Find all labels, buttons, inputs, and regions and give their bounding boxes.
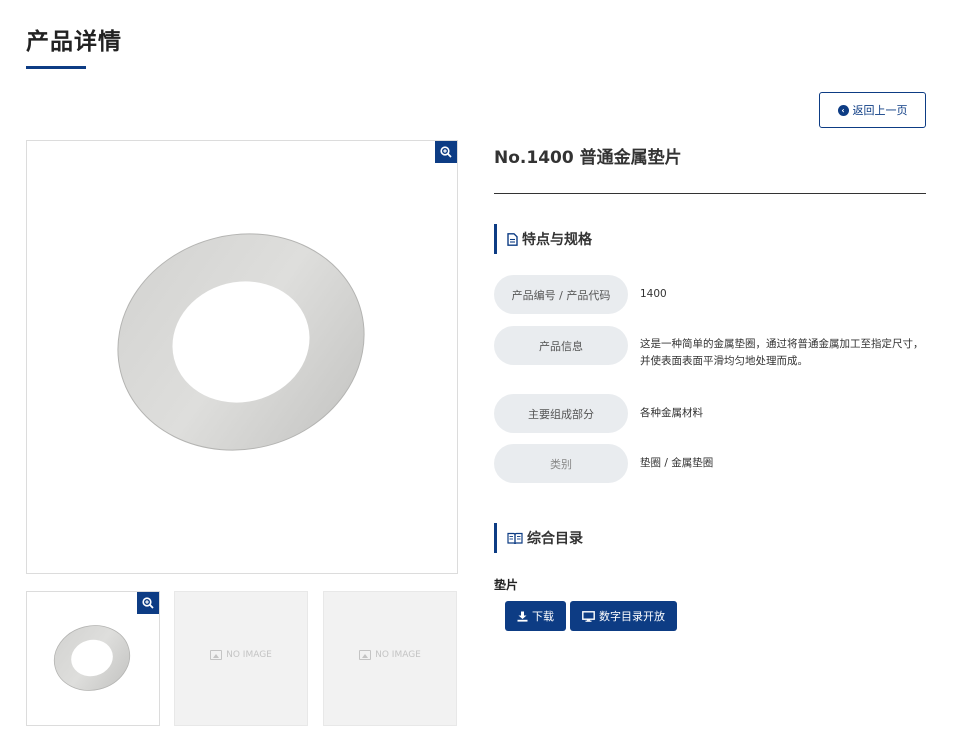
download-button[interactable]: 下载 — [505, 601, 566, 631]
thumbnail-1[interactable] — [26, 591, 160, 726]
washer-image — [117, 233, 365, 451]
image-placeholder-icon — [210, 650, 223, 660]
monitor-icon — [582, 610, 595, 622]
thumbnail-3[interactable]: NO IMAGE — [323, 591, 457, 726]
spec-row: 产品编号 / 产品代码 1400 — [494, 275, 926, 314]
document-icon — [507, 232, 518, 246]
spec-row: 类别 垫圈 / 金属垫圈 — [494, 444, 926, 483]
catalog-item-label: 垫片 — [494, 578, 519, 592]
open-digital-catalog-button[interactable]: 数字目录开放 — [570, 601, 677, 631]
spec-row: 产品信息 这是一种简单的金属垫圈，通过将普通金属加工至指定尺寸，并使表面表面平滑… — [494, 326, 926, 370]
spec-label: 产品编号 / 产品代码 — [494, 275, 628, 314]
spec-value: 各种金属材料 — [640, 407, 703, 419]
specs-heading-label: 特点与规格 — [522, 232, 592, 248]
zoom-in-icon — [440, 146, 452, 158]
thumbnail-2[interactable]: NO IMAGE — [174, 591, 308, 726]
zoom-in-icon — [142, 597, 154, 609]
spec-value: 1400 — [640, 288, 667, 300]
divider — [494, 193, 926, 194]
spec-row: 主要组成部分 各种金属材料 — [494, 394, 926, 433]
download-button-label: 下载 — [532, 610, 554, 623]
catalog-heading-label: 综合目录 — [527, 531, 583, 547]
spec-label: 类别 — [494, 444, 628, 483]
zoom-button[interactable] — [435, 141, 457, 163]
download-icon — [517, 611, 528, 622]
specs-heading: 特点与规格 — [494, 224, 592, 254]
no-image-placeholder: NO IMAGE — [324, 650, 456, 660]
no-image-label: NO IMAGE — [226, 650, 272, 660]
spec-label: 主要组成部分 — [494, 394, 628, 433]
image-placeholder-icon — [359, 650, 372, 660]
back-button[interactable]: ‹ 返回上一页 — [819, 92, 926, 128]
catalog-heading: 综合目录 — [494, 523, 583, 553]
spec-label: 产品信息 — [494, 326, 628, 365]
product-name: No.1400 普通金属垫片 — [494, 148, 682, 168]
thumbnail-zoom-button[interactable] — [137, 592, 159, 614]
book-icon — [507, 532, 523, 544]
no-image-placeholder: NO IMAGE — [175, 650, 307, 660]
back-button-label: 返回上一页 — [852, 104, 908, 117]
title-underline — [26, 66, 86, 69]
main-product-image[interactable] — [26, 140, 458, 574]
open-catalog-button-label: 数字目录开放 — [599, 610, 665, 623]
spec-value: 这是一种简单的金属垫圈，通过将普通金属加工至指定尺寸，并使表面表面平滑均匀地处理… — [640, 338, 924, 367]
arrow-left-circle-icon: ‹ — [837, 104, 849, 116]
spec-value: 垫圈 / 金属垫圈 — [640, 457, 714, 469]
page-title: 产品详情 — [26, 29, 122, 55]
no-image-label: NO IMAGE — [375, 650, 421, 660]
